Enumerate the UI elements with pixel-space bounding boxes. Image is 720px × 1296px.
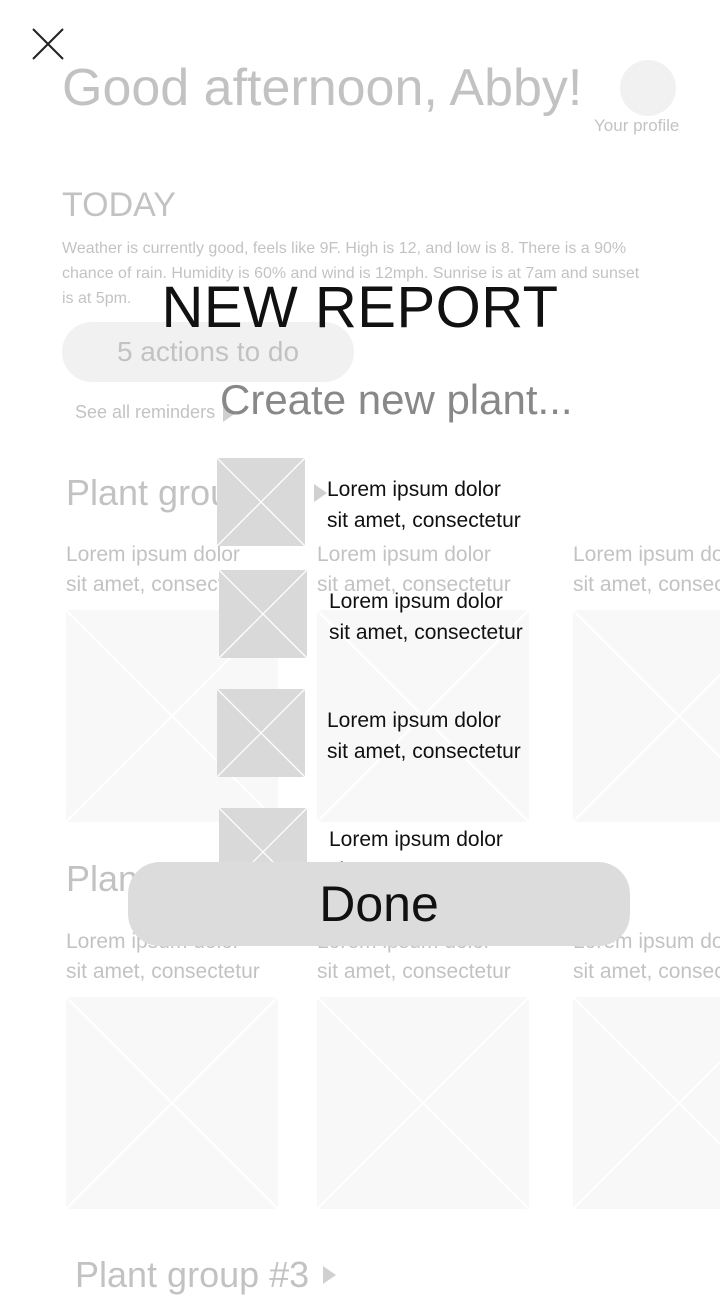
plant-card[interactable]: Lorem ipsum dolor sit amet, consectetur [66,927,278,1209]
card-line-2: sit amet, consectetur [66,960,260,983]
profile-label[interactable]: Your profile [594,116,679,136]
plant-card[interactable]: Lorem ipsum dolor sit amet, consectetur [573,540,720,822]
plant-card[interactable]: Lorem ipsum dolor sit amet, consectetur [317,927,529,1209]
see-all-reminders-link[interactable]: See all reminders [75,402,237,423]
play-arrow-icon [323,1266,337,1284]
item-line-2: sit amet, consectetur [327,509,521,532]
card-line-2: sit amet, consectetur [573,960,720,983]
plant-list-item[interactable]: Lorem ipsum dolor sit amet, consectetur [217,458,521,546]
close-icon[interactable] [30,26,66,62]
see-all-label: See all reminders [75,402,216,422]
item-line-1: Lorem ipsum dolor [327,709,501,732]
item-line-1: Lorem ipsum dolor [329,828,503,851]
image-placeholder-icon [573,997,720,1209]
item-line-2: sit amet, consectetur [327,740,521,763]
image-placeholder-icon [317,997,529,1209]
plant-card[interactable]: Lorem ipsum dolor sit amet, consectetur [573,927,720,1209]
plant-group-title[interactable]: Plant group #3 [75,1254,337,1296]
create-new-plant-button[interactable]: Create new plant... [220,376,573,424]
today-heading: TODAY [62,186,176,224]
done-button[interactable]: Done [128,862,630,946]
image-placeholder-icon [219,570,307,658]
group-title-text: Plant group #3 [75,1254,310,1295]
image-placeholder-icon [573,610,720,822]
image-placeholder-icon [66,997,278,1209]
card-line-2: sit amet, consectetur [317,960,511,983]
card-line-2: sit amet, consectetur [573,573,720,596]
item-line-2: sit amet, consectetur [329,621,523,644]
item-line-1: Lorem ipsum dolor [329,590,503,613]
greeting-title: Good afternoon, Abby! [62,59,583,117]
item-line-1: Lorem ipsum dolor [327,478,501,501]
avatar[interactable] [620,60,676,116]
modal-title: NEW REPORT [161,275,559,340]
plant-list-item[interactable]: Lorem ipsum dolor sit amet, consectetur [217,689,521,777]
card-line-1: Lorem ipsum dolor [573,543,720,566]
image-placeholder-icon [217,458,305,546]
image-placeholder-icon [217,689,305,777]
plant-list-item[interactable]: Lorem ipsum dolor sit amet, consectetur [219,570,523,658]
